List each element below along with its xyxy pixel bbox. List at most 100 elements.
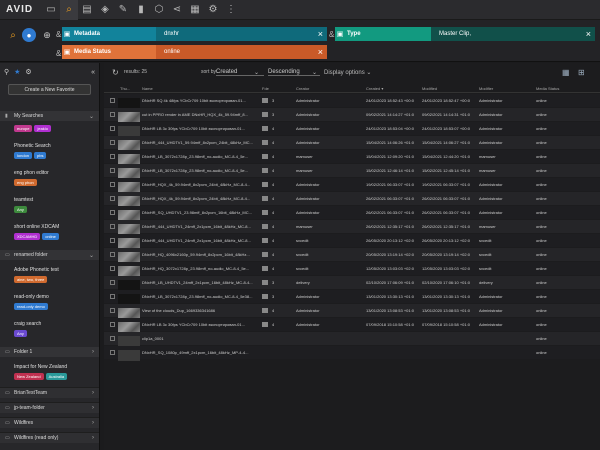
row-checkbox[interactable] — [110, 350, 115, 355]
column-header[interactable]: Media Status — [536, 86, 559, 91]
search-icon[interactable]: ⌕ — [6, 28, 20, 42]
saved-search-item[interactable]: craig search — [14, 321, 41, 327]
row-checkbox[interactable] — [110, 336, 115, 341]
filter-value[interactable]: dnxhr — [164, 31, 179, 37]
table-row[interactable]: DNxHR_LB_3072x1728p_23.98mff_no-audio_MC… — [104, 164, 600, 179]
chevron-down-icon[interactable]: ⌄ — [89, 252, 94, 259]
table-row[interactable]: DNxHR_SQ_1080p_49mff_2x1pcm_16bit_48kHz_… — [104, 346, 600, 361]
close-icon[interactable]: × — [318, 29, 323, 39]
table-row[interactable]: DNxHR SQ 4k 48fps YCbCr709 10bit экспорт… — [104, 94, 600, 109]
team-folder-section[interactable]: ▭ jp-team-folder › — [0, 402, 99, 413]
table-row[interactable]: cut in PPRO render in AME DNxHR_HQX_4k_5… — [104, 108, 600, 123]
table-row[interactable]: DNxHR_SQ_UHDTV1_23.98mff_8x2pcm_16bit_48… — [104, 206, 600, 221]
table-row[interactable]: View of the clouds_Dup_1669336341686 4 Adm… — [104, 304, 600, 319]
chevron-down-icon[interactable]: ⌄ — [89, 113, 94, 120]
row-checkbox[interactable] — [110, 140, 115, 145]
saved-search-item[interactable]: short online XDCAM — [14, 224, 59, 230]
team-folder-section[interactable]: ▭ BrianTestTeam › — [0, 387, 99, 398]
chevron-down-icon[interactable]: ⌄ — [312, 69, 317, 76]
location-icon[interactable]: ● — [22, 28, 36, 42]
chevron-right-icon[interactable]: › — [92, 349, 94, 355]
row-checkbox[interactable] — [110, 154, 115, 159]
close-icon[interactable]: × — [318, 47, 323, 57]
cube-icon[interactable]: ⬡ — [150, 0, 168, 20]
folder-icon[interactable]: ▭ — [42, 0, 60, 20]
grid-icon[interactable]: ▦ — [186, 0, 204, 20]
column-header[interactable]: Created ▾ — [366, 86, 383, 91]
saved-search-item[interactable]: Impact for New Zealand — [14, 364, 67, 370]
table-row[interactable]: DNxHR_444_UHDTV1_59.94mff_8x2pcm_24bit_4… — [104, 136, 600, 151]
table-row[interactable]: DNxHR LB 3c 30fps YCbCr709 10bit экспорт… — [104, 318, 600, 333]
row-checkbox[interactable] — [110, 182, 115, 187]
chevron-right-icon[interactable]: › — [92, 405, 94, 411]
saved-search-item[interactable]: Adobe Phonetic test — [14, 267, 59, 273]
pin-icon[interactable]: ⚲ — [4, 68, 9, 76]
table-row[interactable]: DNxHR_LB_UHDTV1_24mff_2x1pcm_16bit_48kHz… — [104, 276, 600, 291]
row-checkbox[interactable] — [110, 210, 115, 215]
more-icon[interactable]: ⋮ — [222, 0, 240, 20]
edit-icon[interactable]: ✎ — [114, 0, 132, 20]
table-row[interactable]: DNxHR_LB_3072x1728p_23.98mff_no-audio_MC… — [104, 150, 600, 165]
row-checkbox[interactable] — [110, 252, 115, 257]
search-icon[interactable]: ⌕ — [60, 0, 78, 20]
row-checkbox[interactable] — [110, 196, 115, 201]
row-checkbox[interactable] — [110, 322, 115, 327]
media-status-filter-chip[interactable]: ▣ Media Status online × — [62, 45, 327, 59]
refresh-icon[interactable]: ↻ — [112, 68, 119, 77]
metadata-filter-chip[interactable]: ▣ Metadata dnxhr × — [62, 27, 327, 41]
saved-search-item[interactable]: Phonetic Search — [14, 143, 51, 149]
saved-search-item[interactable]: eng phon editor — [14, 170, 49, 176]
table-row[interactable]: DNxHR_HQ_4096x2160p_59.94mff_8x2pcm_16bi… — [104, 248, 600, 263]
binoculars-icon[interactable]: ◈ — [96, 0, 114, 20]
my-searches-section[interactable]: ▮ My Searches ⌄ — [0, 111, 99, 121]
chevron-down-icon[interactable]: ⌄ — [254, 69, 259, 76]
renamed-folder-section[interactable]: ▭ renamed folder ⌄ — [0, 250, 99, 260]
row-checkbox[interactable] — [110, 238, 115, 243]
table-row[interactable]: DNxHR_HQ_3072x1728p_23.98mff_no-audio_MC… — [104, 262, 600, 277]
row-checkbox[interactable] — [110, 168, 115, 173]
globe-icon[interactable]: ⊕ — [40, 28, 54, 42]
star-icon[interactable]: ★ — [14, 68, 20, 76]
table-row[interactable]: DNxHR_HQX_4k_59.94mff_8x2pcm_24bit_48kHz… — [104, 178, 600, 193]
filter-value[interactable]: online — [164, 49, 180, 55]
display-options-button[interactable]: Display options ⌄ — [324, 69, 371, 76]
bookmark-icon[interactable]: ▮ — [132, 0, 150, 20]
chevron-right-icon[interactable]: › — [92, 420, 94, 426]
table-row[interactable]: clip1a_0001 online — [104, 332, 600, 347]
column-header[interactable]: Thu... — [120, 86, 130, 91]
row-checkbox[interactable] — [110, 126, 115, 131]
chevron-right-icon[interactable]: › — [92, 435, 94, 441]
table-row[interactable]: DNxHR LB 3c 30fps YCbCr709 10bit экспорт… — [104, 122, 600, 137]
row-checkbox[interactable] — [110, 280, 115, 285]
table-row[interactable]: DNxHR_444_UHDTV1_24mff_2x1pcm_16bit_48kH… — [104, 220, 600, 235]
document-icon[interactable]: ▤ — [78, 0, 96, 20]
create-favorite-button[interactable]: Create a New Favorite — [8, 84, 91, 95]
collapse-icon[interactable]: « — [91, 69, 95, 76]
table-row[interactable]: DNxHR_444_UHDTV1_24mff_2x1pcm_16bit_48kH… — [104, 234, 600, 249]
folder-1-section[interactable]: ▭ Folder 1 › — [0, 347, 99, 357]
column-header[interactable]: Modified — [422, 86, 437, 91]
settings-icon[interactable]: ⚙ — [25, 68, 31, 76]
row-checkbox[interactable] — [110, 224, 115, 229]
row-checkbox[interactable] — [110, 308, 115, 313]
grid-view-icon[interactable]: ⊞ — [578, 68, 585, 77]
row-checkbox[interactable] — [110, 294, 115, 299]
row-checkbox[interactable] — [110, 112, 115, 117]
column-header[interactable]: Creator — [296, 86, 309, 91]
saved-search-item[interactable]: read-only demo — [14, 294, 49, 300]
share-icon[interactable]: ⋖ — [168, 0, 186, 20]
saved-search-item[interactable]: teamtest — [14, 197, 33, 203]
column-header[interactable]: Modifier — [479, 86, 493, 91]
column-header[interactable]: Fde — [262, 86, 269, 91]
close-icon[interactable]: × — [586, 29, 591, 39]
list-view-icon[interactable]: ▦ — [562, 68, 570, 77]
row-checkbox[interactable] — [110, 266, 115, 271]
table-row[interactable]: DNxHR_HQX_4k_59.94mff_8x2pcm_24bit_48kHz… — [104, 192, 600, 207]
table-row[interactable]: DNxHR_LB_3072x1728p_23.98mff_no-audio_MC… — [104, 290, 600, 305]
team-folder-section[interactable]: ▭ Wildfires › — [0, 417, 99, 428]
row-checkbox[interactable] — [110, 98, 115, 103]
settings-icon[interactable]: ⚙ — [204, 0, 222, 20]
chevron-right-icon[interactable]: › — [92, 390, 94, 396]
filter-value[interactable]: Master Clip, — [439, 31, 471, 37]
type-filter-chip[interactable]: ▣ Type Master Clip, × — [335, 27, 595, 41]
